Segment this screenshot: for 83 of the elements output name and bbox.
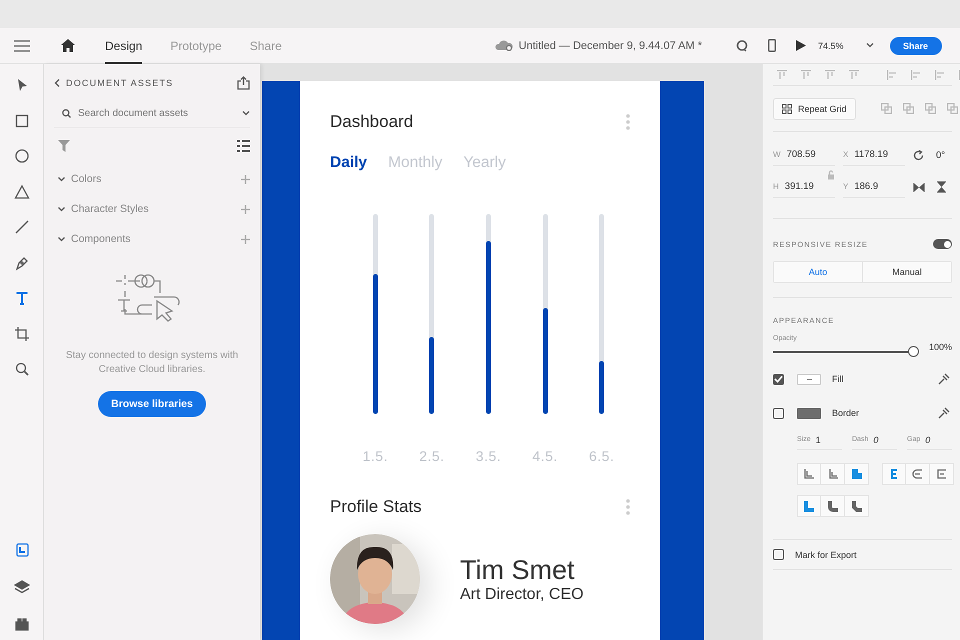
opacity-value: 100% xyxy=(928,342,952,352)
round-cap-button[interactable] xyxy=(906,463,930,485)
search-field[interactable]: Search document assets xyxy=(78,108,235,119)
cloud-icon xyxy=(494,40,513,51)
outer-stroke-icon xyxy=(826,468,838,480)
layers-icon[interactable] xyxy=(14,579,30,595)
outer-stroke-button[interactable] xyxy=(821,463,845,485)
phone-icon[interactable] xyxy=(768,39,776,52)
bar-label: 2.5. xyxy=(419,448,445,464)
caret-icon xyxy=(866,43,874,48)
chevron-down-icon[interactable] xyxy=(242,111,250,116)
filter-icon[interactable] xyxy=(58,140,70,152)
segment-button[interactable]: Manual xyxy=(862,262,951,282)
checkbox[interactable] xyxy=(773,549,784,560)
profile-name: Tim Smet xyxy=(460,554,576,586)
inner-stroke-icon xyxy=(803,468,815,480)
rectangle-icon[interactable] xyxy=(14,112,30,128)
number-field[interactable]: Y 186.9 xyxy=(843,176,905,198)
square-cap-button[interactable] xyxy=(930,463,954,485)
assets-icon[interactable] xyxy=(14,542,30,558)
tab[interactable]: Daily xyxy=(330,154,368,184)
checkbox[interactable] xyxy=(773,408,784,418)
color-swatch[interactable] xyxy=(797,408,821,418)
round-join-button[interactable] xyxy=(821,495,845,517)
segment-button[interactable]: Auto xyxy=(774,262,862,282)
rotate-icon xyxy=(913,150,924,160)
menu-icon[interactable] xyxy=(14,40,30,52)
checkbox[interactable] xyxy=(773,374,784,384)
export-label: Mark for Export xyxy=(795,550,858,560)
grid-icon xyxy=(782,104,792,114)
search-icon[interactable] xyxy=(14,361,30,377)
text-tool-icon[interactable] xyxy=(14,290,30,306)
slider-thumb[interactable] xyxy=(908,346,919,357)
browse-libraries-button[interactable]: Browse libraries xyxy=(98,391,206,417)
card-title: Dashboard xyxy=(330,112,414,132)
number-field[interactable]: W 708.59 xyxy=(773,144,835,166)
eyedropper-icon[interactable] xyxy=(938,373,950,385)
fill-label: Fill xyxy=(832,374,844,384)
back-icon[interactable] xyxy=(54,79,60,87)
chevron-down-icon[interactable] xyxy=(58,176,65,182)
profile-role: Art Director, CEO xyxy=(460,586,584,604)
flip-vertical-icon[interactable] xyxy=(937,181,946,193)
search-icon xyxy=(62,109,71,118)
chevron-down-icon[interactable] xyxy=(58,206,65,212)
round-join-icon xyxy=(826,500,838,512)
butt-cap-icon xyxy=(888,468,900,480)
triangle-icon[interactable] xyxy=(14,184,30,200)
home-icon[interactable] xyxy=(61,39,75,52)
bar-label: 3.5. xyxy=(476,448,502,464)
play-icon[interactable] xyxy=(796,40,806,51)
miter-join-button[interactable] xyxy=(797,495,821,517)
center-stroke-icon xyxy=(850,468,862,480)
round-cap-icon xyxy=(912,468,924,480)
chevron-down-icon[interactable] xyxy=(58,236,65,242)
list-view-icon[interactable] xyxy=(237,140,250,152)
flip-horizontal-icon[interactable] xyxy=(913,182,925,192)
zoom-dropdown[interactable]: 74.5% xyxy=(818,40,874,50)
number-field[interactable]: X 1178.19 xyxy=(843,144,905,166)
miter-join-icon xyxy=(803,500,815,512)
center-stroke-button[interactable] xyxy=(845,463,869,485)
inner-stroke-button[interactable] xyxy=(797,463,821,485)
eyedropper-icon[interactable] xyxy=(938,407,950,419)
empty-state-message: Stay connected to design systems with Creative Cloud libraries. xyxy=(64,349,240,377)
pen-icon[interactable] xyxy=(14,254,30,270)
plugins-icon[interactable] xyxy=(14,616,30,632)
bar-label: 1.5. xyxy=(362,448,388,464)
ellipse-icon[interactable] xyxy=(14,148,30,164)
square-cap-icon xyxy=(936,468,948,480)
share-button[interactable]: Share xyxy=(890,36,942,54)
panel-title: DOCUMENT ASSETS xyxy=(66,78,174,88)
bar-label: 4.5. xyxy=(532,448,558,464)
butt-cap-button[interactable] xyxy=(882,463,906,485)
bevel-join-icon xyxy=(850,500,862,512)
toggle-switch[interactable] xyxy=(933,239,952,249)
document-title: Untitled — December 9, 9.44.07 AM * xyxy=(518,40,702,52)
bar-label: 6.5. xyxy=(588,448,614,464)
line-icon[interactable] xyxy=(14,219,30,235)
section-title: Profile Stats xyxy=(330,497,422,517)
rotation-field[interactable]: 0° xyxy=(936,150,946,160)
bevel-join-button[interactable] xyxy=(845,495,869,517)
repeat-grid-button[interactable]: Repeat Grid xyxy=(773,98,856,120)
border-label: Border xyxy=(832,408,860,418)
export-icon[interactable] xyxy=(237,76,250,90)
